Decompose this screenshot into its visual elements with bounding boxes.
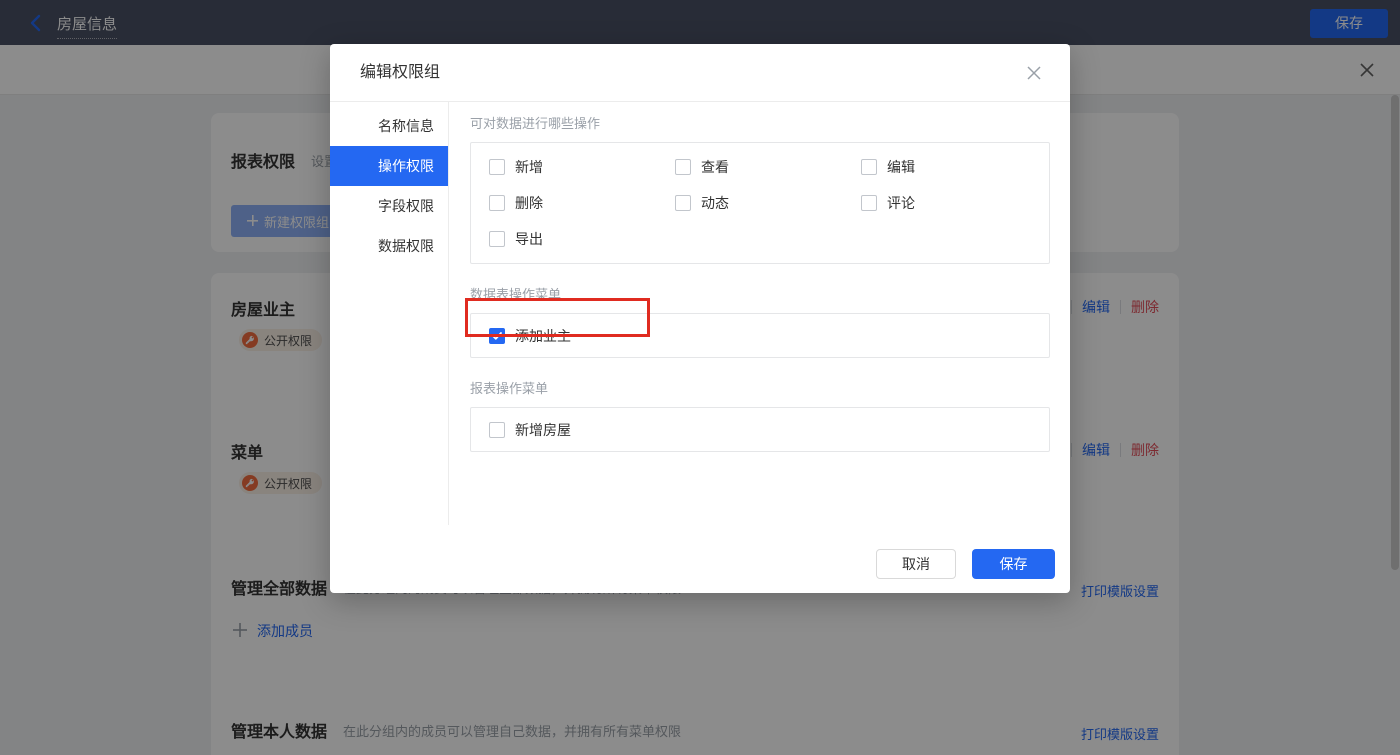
- checkbox[interactable]: [489, 195, 505, 211]
- modal-header: 编辑权限组: [330, 44, 1070, 102]
- cancel-button[interactable]: 取消: [876, 549, 956, 579]
- edit-permission-group-modal: 编辑权限组 名称信息 操作权限 字段权限 数据权限 可对数据进行哪些操作 新增 …: [330, 44, 1070, 593]
- tab-data-permission[interactable]: 数据权限: [330, 226, 448, 266]
- checkbox[interactable]: [489, 231, 505, 247]
- checkbox-item: 添加业主: [489, 314, 571, 357]
- tab-field-permission[interactable]: 字段权限: [330, 186, 448, 226]
- checkbox-item: 新增房屋: [489, 408, 571, 451]
- checkbox[interactable]: [861, 159, 877, 175]
- checkbox[interactable]: [489, 159, 505, 175]
- table-menu-box: 添加业主: [470, 313, 1050, 358]
- checkbox-item: 查看: [675, 149, 861, 185]
- report-menu-box: 新增房屋: [470, 407, 1050, 452]
- modal-tab-list: 名称信息 操作权限 字段权限 数据权限: [330, 102, 449, 525]
- modal-title: 编辑权限组: [360, 64, 441, 81]
- checkbox-item: 编辑: [861, 149, 1049, 185]
- checkbox-item: 评论: [861, 185, 1049, 221]
- section-label-operations: 可对数据进行哪些操作: [470, 116, 601, 131]
- operations-box: 新增 查看 编辑 删除 动态 评论 导出: [470, 142, 1050, 264]
- tab-operation-permission[interactable]: 操作权限: [330, 146, 448, 186]
- checkbox[interactable]: [675, 159, 691, 175]
- modal-content: 可对数据进行哪些操作 新增 查看 编辑 删除 动态 评论 导出 数据表操作菜单: [450, 102, 1070, 525]
- tab-name-info[interactable]: 名称信息: [330, 106, 448, 146]
- save-button[interactable]: 保存: [972, 549, 1055, 579]
- section-label-report-menu: 报表操作菜单: [470, 381, 549, 396]
- page: 房屋信息 保存 报表权限 设置报表数据的操作权限 新建权限组 房屋业主 公开权限: [0, 0, 1400, 755]
- checkbox-item: 动态: [675, 185, 861, 221]
- modal-footer: 取消 保存: [330, 535, 1070, 593]
- checkbox-item: 删除: [489, 185, 675, 221]
- checkbox-checked[interactable]: [489, 327, 505, 344]
- checkbox-item: 导出: [489, 221, 675, 257]
- checkbox[interactable]: [861, 195, 877, 211]
- checkbox[interactable]: [489, 421, 505, 438]
- section-label-table-menu: 数据表操作菜单: [470, 287, 562, 302]
- checkbox[interactable]: [675, 195, 691, 211]
- checkbox-item: 新增: [489, 149, 675, 185]
- modal-close-icon[interactable]: [1026, 65, 1042, 81]
